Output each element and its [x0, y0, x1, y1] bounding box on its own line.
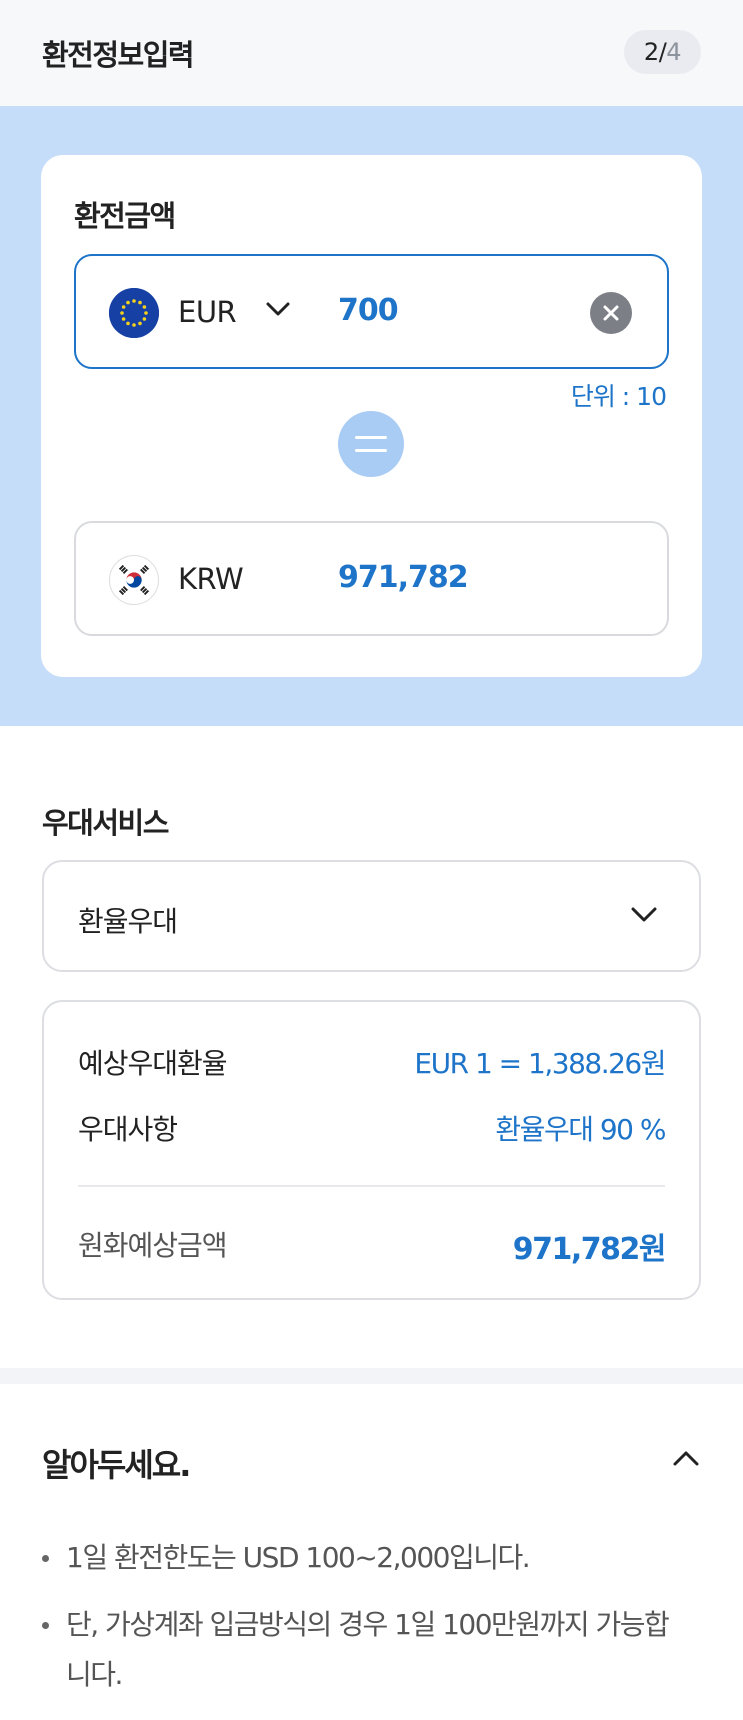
chevron-up-icon[interactable]	[671, 1448, 701, 1474]
notice-title: 알아두세요.	[42, 1446, 191, 1484]
benefit-value: 환율우대 90 %	[495, 1113, 666, 1146]
section-divider	[0, 1368, 743, 1384]
step-indicator: 2 / 4	[624, 30, 701, 74]
notice-item: 단, 가상계좌 입금방식의 경우 1일 100만원까지 가능합니다.	[42, 1600, 682, 1700]
bullet-icon	[42, 1622, 49, 1629]
from-amount-field[interactable]: EUR	[74, 254, 669, 369]
exchange-amount-title: 환전금액	[74, 199, 176, 233]
page-title: 환전정보입력	[42, 38, 195, 72]
chevron-down-icon	[629, 904, 659, 930]
to-amount-field: KRW 971,782	[74, 521, 669, 636]
chevron-down-icon[interactable]	[264, 299, 292, 323]
step-total: 4	[666, 38, 682, 66]
benefit-details-card: 예상우대환율 EUR 1 = 1,388.26원 우대사항 환율우대 90 % …	[42, 1000, 701, 1300]
to-amount-value: 971,782	[338, 560, 469, 595]
bullet-icon	[42, 1555, 49, 1562]
from-currency-label[interactable]: EUR	[178, 295, 237, 329]
total-label: 원화예상금액	[78, 1229, 228, 1262]
from-amount-input[interactable]	[338, 293, 558, 328]
notice-item: 1일 환전한도는 USD 100~2,000입니다.	[42, 1533, 682, 1583]
benefit-section-title: 우대서비스	[42, 806, 169, 840]
total-row: 원화예상금액 971,782원	[78, 1224, 667, 1268]
rate-row: 예상우대환율 EUR 1 = 1,388.26원	[78, 1042, 666, 1082]
benefit-select-value: 환율우대	[78, 905, 178, 938]
step-current: 2	[643, 38, 659, 66]
notice-item-text: 단, 가상계좌 입금방식의 경우 1일 100만원까지 가능합니다.	[66, 1608, 670, 1691]
equals-icon	[338, 411, 404, 477]
notice-item-text: 1일 환전한도는 USD 100~2,000입니다.	[66, 1541, 531, 1574]
clear-input-button[interactable]	[590, 292, 632, 334]
top-bar: 환전정보입력 2 / 4	[0, 0, 743, 106]
total-value: 971,782원	[512, 1232, 667, 1267]
benefit-label: 우대사항	[78, 1113, 178, 1146]
close-icon	[603, 305, 619, 321]
benefit-row: 우대사항 환율우대 90 %	[78, 1108, 666, 1148]
unit-hint: 단위 : 10	[570, 382, 667, 411]
eu-flag-icon	[109, 288, 159, 338]
kr-flag-icon	[109, 555, 159, 605]
rate-label: 예상우대환율	[78, 1047, 228, 1080]
to-currency-label: KRW	[178, 562, 244, 596]
divider	[78, 1185, 665, 1187]
benefit-select[interactable]: 환율우대	[42, 860, 701, 972]
step-separator: /	[658, 38, 667, 66]
rate-value: EUR 1 = 1,388.26원	[414, 1047, 666, 1080]
